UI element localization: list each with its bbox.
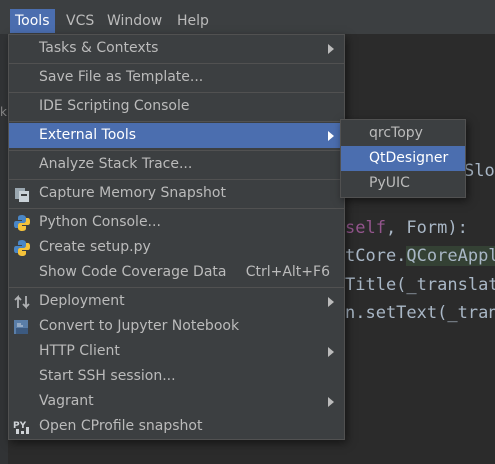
menu-item-label: Deployment (39, 293, 125, 309)
external-tools-submenu: qrcTopy QtDesigner PyUIC (340, 119, 466, 198)
submenu-item-label: PyUIC (369, 175, 410, 191)
memory-snapshot-icon (13, 185, 31, 203)
menu-item-open-cprofile-snapshot[interactable]: PY Open CProfile snapshot (9, 414, 344, 439)
menu-item-tasks-contexts[interactable]: Tasks & Contexts (9, 36, 344, 61)
menu-item-save-file-as-template[interactable]: Save File as Template... (9, 65, 344, 90)
menu-item-vagrant[interactable]: Vagrant (9, 389, 344, 414)
tools-menu: Tasks & Contexts Save File as Template..… (8, 34, 345, 440)
menu-item-http-client[interactable]: HTTP Client (9, 339, 344, 364)
submenu-arrow-icon (328, 44, 334, 54)
submenu-item-qrctopy[interactable]: qrcTopy (341, 121, 465, 146)
menu-separator (9, 208, 344, 209)
menu-item-label: Save File as Template... (39, 69, 204, 85)
menu-separator (9, 121, 344, 122)
menu-item-label: Show Code Coverage Data (39, 264, 227, 280)
editor-gutter (0, 34, 8, 464)
menu-item-label: Convert to Jupyter Notebook (39, 318, 240, 334)
code-line-1: Slo (464, 161, 495, 181)
menu-separator (9, 150, 344, 151)
menu-item-analyze-stack-trace[interactable]: Analyze Stack Trace... (9, 152, 344, 177)
submenu-arrow-icon (328, 297, 334, 307)
menu-help[interactable]: Help (172, 9, 214, 33)
submenu-item-label: qrcTopy (369, 125, 423, 141)
menu-separator (9, 287, 344, 288)
menu-item-label: Tasks & Contexts (39, 40, 159, 56)
submenu-item-label: QtDesigner (369, 150, 449, 166)
menu-separator (9, 63, 344, 64)
menu-item-external-tools[interactable]: External Tools (9, 123, 344, 148)
code-line-3: tCore.QCoreAppl (345, 246, 495, 266)
menu-item-label: HTTP Client (39, 343, 120, 359)
code-line-4: Title(_translat (345, 275, 495, 295)
menu-item-deployment[interactable]: Deployment (9, 289, 344, 314)
menu-item-label: Capture Memory Snapshot (39, 185, 226, 201)
submenu-item-qtdesigner[interactable]: QtDesigner (341, 146, 465, 171)
menu-item-start-ssh-session[interactable]: Start SSH session... (9, 364, 344, 389)
menu-item-label: Analyze Stack Trace... (39, 156, 193, 172)
svg-text:PY: PY (13, 421, 27, 431)
jupyter-icon (13, 318, 31, 336)
menu-tools[interactable]: Tools (10, 9, 55, 33)
menu-item-label: Open CProfile snapshot (39, 418, 203, 434)
menu-item-label: Vagrant (39, 393, 94, 409)
menu-item-convert-to-jupyter-notebook[interactable]: Convert to Jupyter Notebook (9, 314, 344, 339)
menu-item-label: Start SSH session... (39, 368, 176, 384)
menu-item-label: Python Console... (39, 214, 161, 230)
menu-item-show-code-coverage-data[interactable]: Show Code Coverage Data Ctrl+Alt+F6 (9, 260, 344, 285)
code-line-5: n.setText(_tran (345, 303, 495, 323)
python-icon (13, 239, 31, 257)
menu-bar: Tools VCS Window Help (0, 0, 495, 34)
menu-item-label: IDE Scripting Console (39, 98, 190, 114)
menu-item-shortcut: Ctrl+Alt+F6 (245, 264, 330, 280)
submenu-arrow-icon (328, 131, 334, 141)
submenu-arrow-icon (328, 347, 334, 357)
gutter-fragment: k (0, 105, 7, 119)
menu-vcs[interactable]: VCS (61, 9, 99, 33)
menu-item-capture-memory-snapshot[interactable]: Capture Memory Snapshot (9, 181, 344, 206)
python-icon (13, 214, 31, 232)
menu-item-label: Create setup.py (39, 239, 151, 255)
menu-item-python-console[interactable]: Python Console... (9, 210, 344, 235)
menu-item-ide-scripting-console[interactable]: IDE Scripting Console (9, 94, 344, 119)
menu-separator (9, 179, 344, 180)
menu-window[interactable]: Window (102, 9, 167, 33)
code-line-2: self, Form): (345, 218, 468, 238)
deployment-icon (13, 293, 31, 311)
submenu-arrow-icon (328, 397, 334, 407)
menu-item-create-setup-py[interactable]: Create setup.py (9, 235, 344, 260)
menu-item-label: External Tools (39, 127, 137, 143)
submenu-item-pyuic[interactable]: PyUIC (341, 171, 465, 196)
menu-separator (9, 92, 344, 93)
py-profile-icon: PY (13, 418, 31, 436)
